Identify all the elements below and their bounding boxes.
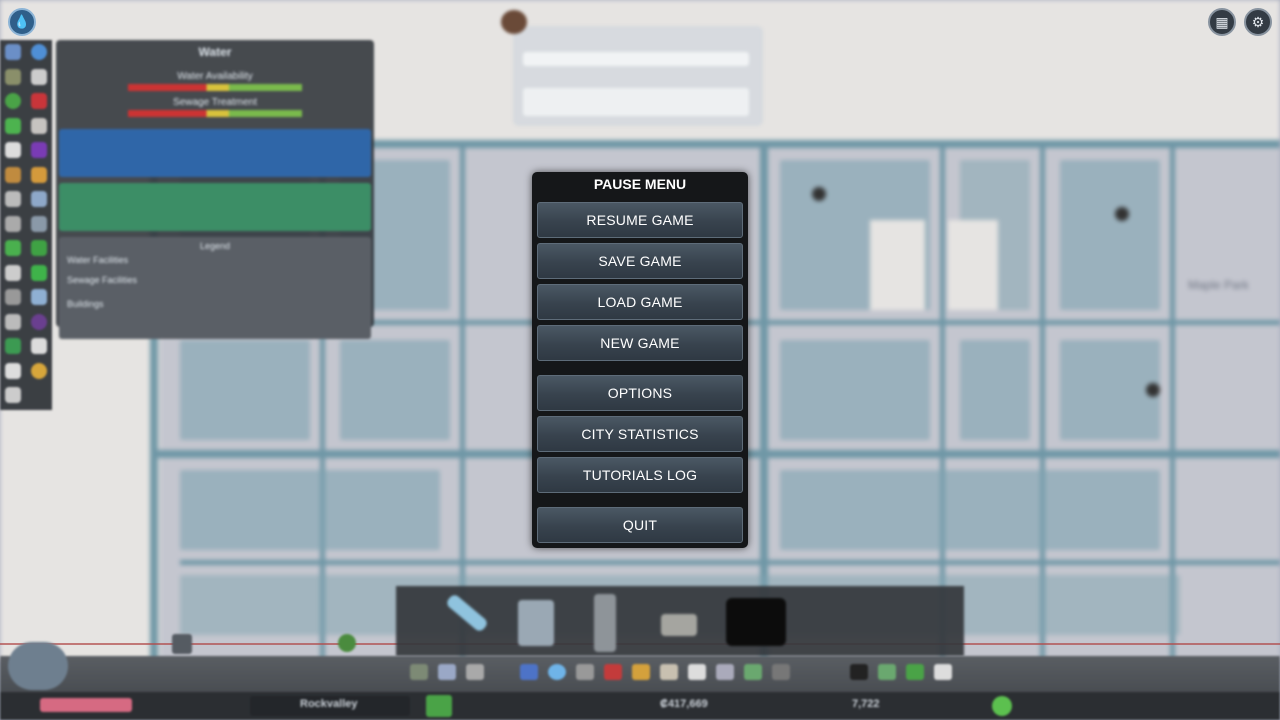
panel-title: Water	[198, 45, 232, 59]
resume-game-button[interactable]: RESUME GAME	[537, 202, 743, 238]
time-speed-bar[interactable]	[40, 698, 132, 712]
happiness-icon[interactable]	[31, 117, 47, 134]
status-strip	[0, 692, 1280, 720]
settings-gear-icon[interactable]: ⚙	[1244, 8, 1272, 36]
info-views-icon[interactable]: 💧	[8, 8, 36, 36]
save-game-button[interactable]: SAVE GAME	[537, 243, 743, 279]
landscaping-tool-icon[interactable]	[878, 664, 896, 680]
sewage-treatment-gauge	[128, 110, 302, 117]
top-right-controls: ▦ ⚙	[1208, 8, 1272, 36]
water-availability-label: Water Availability	[177, 71, 253, 82]
new-game-button[interactable]: NEW GAME	[537, 325, 743, 361]
bulldozer-icon[interactable]	[934, 664, 952, 680]
tutorials-log-button[interactable]: TUTORIALS LOG	[537, 457, 743, 493]
industry-icon[interactable]	[5, 362, 21, 379]
vehicle-icon[interactable]	[5, 387, 21, 404]
police-tool-icon[interactable]	[660, 664, 678, 680]
city-name: Rockvalley	[300, 698, 358, 710]
economy-icon[interactable]	[5, 240, 21, 257]
quit-button[interactable]: QUIT	[537, 507, 743, 543]
electricity-icon[interactable]	[5, 44, 21, 61]
fishing-icon[interactable]	[31, 362, 47, 379]
toolbar-left-group	[410, 664, 484, 680]
parks-icon[interactable]	[5, 93, 21, 110]
info-view-toolbar	[0, 40, 52, 410]
zoning-icon[interactable]	[438, 664, 456, 680]
education-tool-icon[interactable]	[688, 664, 706, 680]
city-statistics-button[interactable]: CITY STATISTICS	[537, 416, 743, 452]
pollution-icon[interactable]	[31, 166, 47, 183]
pause-indicator[interactable]	[426, 695, 452, 717]
water-pipe-item[interactable]	[444, 592, 490, 634]
legend-row: Sewage Facilities	[67, 275, 138, 285]
maintenance-icon[interactable]	[31, 289, 47, 306]
snow-icon[interactable]	[5, 313, 21, 330]
pause-menu: PAUSE MENU RESUME GAME SAVE GAME LOAD GA…	[532, 172, 748, 548]
fire-tool-icon[interactable]	[632, 664, 650, 680]
land-value-icon[interactable]	[5, 191, 21, 208]
transport-icon[interactable]	[5, 264, 21, 281]
water-availability-gauge	[128, 84, 302, 91]
population-display: 7,722	[852, 698, 880, 710]
legend-title: Legend	[199, 241, 231, 251]
toolbar-right-group	[850, 664, 952, 680]
sewage-treatment-item[interactable]	[726, 598, 786, 646]
water-tower-item[interactable]	[594, 594, 616, 652]
budget-status-icon[interactable]	[992, 696, 1012, 716]
population-icon[interactable]	[5, 142, 21, 159]
city-view-icon[interactable]	[8, 642, 68, 690]
wind-icon[interactable]	[5, 215, 21, 232]
resources-icon[interactable]	[31, 240, 47, 257]
district-label: Maple Park	[1188, 278, 1249, 292]
chirp-input[interactable]	[523, 52, 749, 66]
water-icon[interactable]	[31, 44, 47, 61]
fire-icon[interactable]	[31, 93, 47, 110]
chirper-panel	[501, 10, 763, 126]
chirp-message	[523, 88, 749, 116]
sewage-treatment-label: Sewage Treatment	[173, 97, 257, 108]
beautification-tool-icon[interactable]	[744, 664, 762, 680]
districts-tool-icon[interactable]	[466, 664, 484, 680]
districts-icon[interactable]	[31, 191, 47, 208]
crime-icon[interactable]	[31, 142, 47, 159]
monuments-tool-icon[interactable]	[772, 664, 790, 680]
entertainment-icon[interactable]	[31, 264, 47, 281]
unlock-icon[interactable]: ▦	[1208, 8, 1236, 36]
healthcare-tool-icon[interactable]	[604, 664, 622, 680]
traffic-icon[interactable]	[31, 215, 47, 232]
policies-tool-icon[interactable]	[906, 664, 924, 680]
load-game-button[interactable]: LOAD GAME	[537, 284, 743, 320]
legend-row: Water Facilities	[67, 255, 129, 265]
help-icon[interactable]	[338, 634, 356, 652]
legend-box: Legend Water Facilities Sewage Facilitie…	[59, 237, 371, 339]
garbage-tool-icon[interactable]	[576, 664, 594, 680]
sewage-production-box	[59, 183, 371, 231]
tourism-icon[interactable]	[31, 313, 47, 330]
roads-icon[interactable]	[410, 664, 428, 680]
education-icon[interactable]	[31, 68, 47, 85]
bottom-bar: Rockvalley ₡417,669 7,722	[0, 642, 1280, 720]
water-tool-icon[interactable]	[548, 664, 566, 680]
options-button[interactable]: OPTIONS	[537, 375, 743, 411]
water-info-panel: Water Water Availability Sewage Treatmen…	[56, 40, 374, 339]
legend-row: Buildings	[67, 299, 104, 309]
chevron-icon[interactable]	[172, 634, 192, 654]
transport-tool-icon[interactable]	[716, 664, 734, 680]
chirper-bird-icon[interactable]	[501, 10, 527, 34]
build-panel	[396, 586, 964, 656]
noise-icon[interactable]	[5, 166, 21, 183]
health-icon[interactable]	[5, 117, 21, 134]
toolbar-services-group	[520, 664, 790, 680]
heating-icon[interactable]	[5, 289, 21, 306]
road-maintenance-icon[interactable]	[5, 338, 21, 355]
post-icon[interactable]	[31, 338, 47, 355]
drain-pipe-item[interactable]	[661, 614, 697, 636]
water-pumping-station-item[interactable]	[518, 600, 554, 646]
electricity-tool-icon[interactable]	[520, 664, 538, 680]
garbage-icon[interactable]	[5, 68, 21, 85]
pause-menu-title: PAUSE MENU	[593, 176, 687, 192]
water-consumption-box	[59, 129, 371, 177]
money-display: ₡417,669	[660, 698, 708, 710]
disasters-tool-icon[interactable]	[850, 664, 868, 680]
